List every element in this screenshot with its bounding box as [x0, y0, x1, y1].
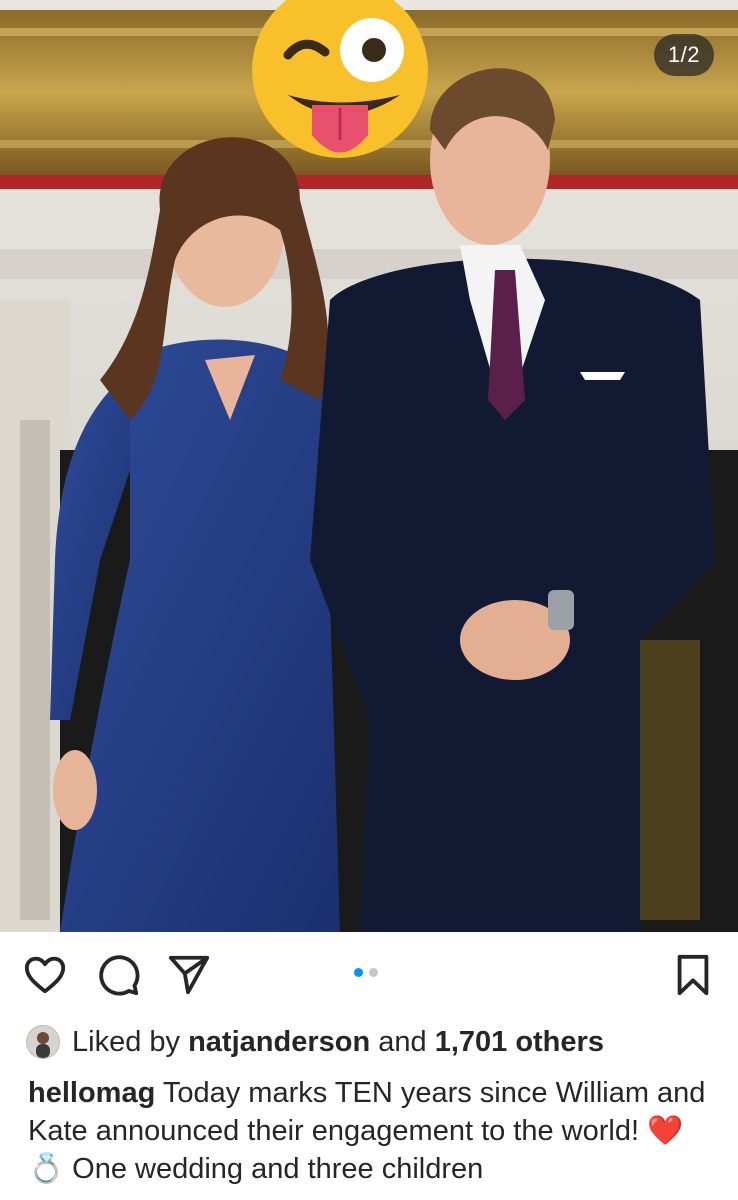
likes-prefix: Liked by	[72, 1025, 181, 1058]
slide-counter: 1/2	[653, 34, 714, 76]
carousel-dot	[369, 968, 378, 977]
post-image[interactable]: 1/2	[0, 0, 738, 932]
likes-count[interactable]: 1,701 others	[435, 1026, 604, 1059]
save-button[interactable]	[670, 952, 716, 998]
heart-icon	[24, 956, 66, 994]
liker-avatar[interactable]	[26, 1025, 60, 1059]
likes-line[interactable]: Liked by natjanderson and 1,701 others	[26, 1020, 604, 1064]
likes-and: and	[378, 1025, 427, 1058]
like-button[interactable]	[22, 952, 68, 998]
carousel-dot-active	[354, 968, 363, 977]
comment-bubble-icon	[99, 955, 140, 996]
carousel-indicator	[354, 968, 378, 977]
bookmark-icon	[677, 954, 709, 996]
paper-plane-icon	[168, 955, 210, 995]
liker-username[interactable]: natjanderson	[188, 1026, 370, 1059]
share-button[interactable]	[166, 952, 212, 998]
post-caption: hellomag Today marks TEN years since Wil…	[28, 1074, 718, 1188]
winking-tongue-emoji-icon	[252, 0, 428, 158]
avatar-icon	[36, 1032, 50, 1058]
caption-username[interactable]: hellomag	[28, 1077, 155, 1109]
comment-button[interactable]	[95, 952, 141, 998]
